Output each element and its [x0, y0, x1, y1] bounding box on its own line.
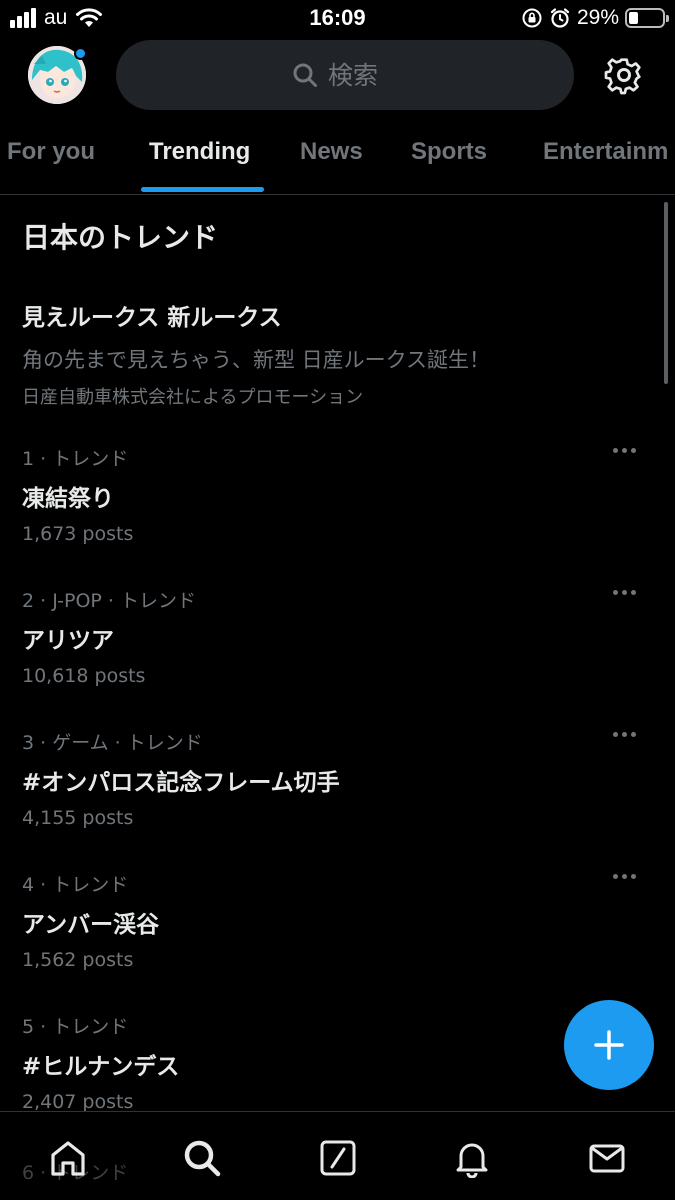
trending-list[interactable]: 日本のトレンド 見えルークス 新ルークス 角の先まで見えちゃう、新型 日産ルーク… [0, 196, 675, 1111]
more-options-icon[interactable] [613, 448, 636, 453]
promo-description: 角の先まで見えちゃう、新型 日産ルークス誕生！ [22, 348, 491, 372]
promoted-trend[interactable]: 見えルークス 新ルークス 角の先まで見えちゃう、新型 日産ルークス誕生！ 日産自… [22, 298, 642, 409]
trend-meta: 5 · トレンド [22, 1016, 129, 1038]
trend-item[interactable]: 3 · ゲーム · トレンド #オンパロス記念フレーム切手 4,155 post… [22, 728, 652, 838]
tab-indicator [141, 187, 264, 192]
plus-icon [594, 1030, 624, 1060]
trend-item[interactable]: 5 · トレンド #ヒルナンデス 2,407 posts [22, 1012, 652, 1111]
more-options-icon[interactable] [613, 732, 636, 737]
trend-item[interactable]: 2 · J-POP · トレンド アリツア 10,618 posts [22, 586, 652, 696]
alarm-icon [550, 8, 570, 28]
nav-messages[interactable] [585, 1136, 629, 1180]
notification-dot [74, 47, 87, 60]
search-input[interactable] [328, 60, 398, 90]
trend-post-count: 1,562 posts [22, 949, 134, 971]
nav-search[interactable] [180, 1136, 224, 1180]
tab-sports[interactable]: Sports [411, 138, 487, 166]
trend-post-count: 2,407 posts [22, 1091, 134, 1111]
trend-meta: 2 · J-POP · トレンド [22, 590, 196, 612]
promo-title: 見えルークス 新ルークス [22, 305, 282, 331]
compose-button[interactable] [564, 1000, 654, 1090]
orientation-lock-icon [522, 8, 542, 28]
section-title: 日本のトレンド [22, 221, 219, 254]
trend-post-count: 10,618 posts [22, 665, 146, 687]
trend-name: アンバー渓谷 [22, 912, 160, 938]
trend-meta: 4 · トレンド [22, 874, 129, 896]
home-icon [51, 1141, 85, 1176]
battery-icon [625, 8, 669, 28]
trend-item[interactable]: 4 · トレンド アンバー渓谷 1,562 posts [22, 870, 652, 980]
nav-home[interactable] [46, 1136, 90, 1180]
battery-percent: 29% [576, 6, 619, 29]
trend-name: #ヒルナンデス [22, 1054, 180, 1080]
trend-meta: 1 · トレンド [22, 448, 129, 470]
more-options-icon[interactable] [613, 590, 636, 595]
tab-entertainment[interactable]: Entertainm [543, 138, 668, 166]
bottom-nav: 6 · トレンド [0, 1111, 675, 1200]
tab-bar: For you Trending News Sports Entertainm [0, 124, 675, 195]
promo-sponsor: 日産自動車株式会社によるプロモーション [22, 387, 364, 408]
trend-post-count: 4,155 posts [22, 807, 134, 829]
bell-icon [456, 1143, 488, 1178]
mail-icon [589, 1144, 625, 1173]
tab-for-you[interactable]: For you [7, 138, 95, 166]
trend-name: 凍結祭り [22, 486, 114, 512]
trend-meta: 3 · ゲーム · トレンド [22, 732, 203, 754]
trend-name: #オンパロス記念フレーム切手 [22, 770, 340, 796]
nav-notifications[interactable] [450, 1136, 494, 1180]
trend-post-count: 1,673 posts [22, 523, 134, 545]
trend-item[interactable]: 1 · トレンド 凍結祭り 1,673 posts [22, 444, 652, 554]
top-header [0, 38, 675, 114]
status-bar: au 16:09 29% [0, 0, 675, 36]
scrollbar[interactable] [664, 202, 668, 384]
tab-trending[interactable]: Trending [149, 138, 250, 166]
search-icon [184, 1140, 221, 1177]
search-icon [293, 63, 317, 87]
search-bar[interactable] [116, 40, 574, 110]
tab-news[interactable]: News [300, 138, 363, 166]
grok-icon [320, 1140, 356, 1176]
gear-icon[interactable] [604, 56, 644, 96]
more-options-icon[interactable] [613, 874, 636, 879]
nav-grok[interactable] [316, 1136, 360, 1180]
trend-name: アリツア [22, 628, 114, 654]
